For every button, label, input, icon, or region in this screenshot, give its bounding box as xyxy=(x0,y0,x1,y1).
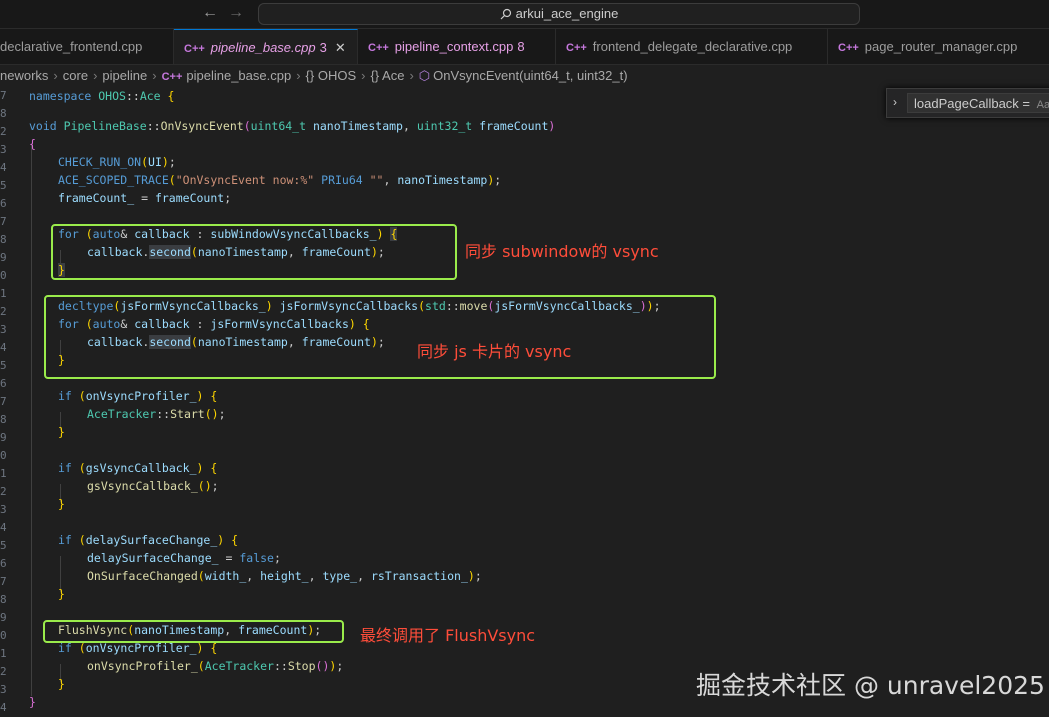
code-line: frameCount_ = frameCount; xyxy=(58,191,232,205)
tab-label: pipeline_context.cpp xyxy=(394,39,514,54)
line-number: 1 xyxy=(0,647,7,660)
code-line: if (delaySurfaceChange_) { xyxy=(58,533,239,547)
tab-label: declarative_frontend.cpp xyxy=(0,39,143,54)
tab-pipeline-context[interactable]: C++ pipeline_context.cpp 8 xyxy=(358,29,556,64)
annotation-flush: 最终调用了 FlushVsync xyxy=(360,626,536,645)
line-number: 7 xyxy=(0,575,7,588)
problem-count-badge: 8 xyxy=(517,39,525,54)
line-number: 9 xyxy=(0,611,7,624)
line-number: 8 xyxy=(0,413,7,426)
breadcrumb-item[interactable]: pipeline xyxy=(102,68,147,83)
tab-label: frontend_delegate_declarative.cpp xyxy=(592,39,793,54)
code-line: } xyxy=(29,695,36,709)
code-line: if (gsVsyncCallback_) { xyxy=(58,461,218,475)
tab-label: page_router_manager.cpp xyxy=(864,39,1018,54)
line-number: 2 xyxy=(0,485,7,498)
tab-declarative-frontend[interactable]: declarative_frontend.cpp xyxy=(0,29,174,64)
line-number: 3 xyxy=(0,323,7,336)
tab-pipeline-base[interactable]: C++ pipeline_base.cpp 3 ✕ xyxy=(174,29,358,64)
title-bar: ← → arkui_ace_engine xyxy=(0,0,1049,29)
breadcrumb-item[interactable]: {} Ace xyxy=(370,68,404,83)
back-arrow-icon[interactable]: ← xyxy=(202,4,218,22)
line-number: 9 xyxy=(0,251,7,264)
line-number: 0 xyxy=(0,269,7,282)
close-icon[interactable]: ✕ xyxy=(335,40,346,55)
breadcrumb-item[interactable]: pipeline_base.cpp xyxy=(186,68,291,83)
breadcrumb-item[interactable]: {} OHOS xyxy=(306,68,357,83)
code-line: if (onVsyncProfiler_) { xyxy=(58,389,218,403)
line-number: 5 xyxy=(0,539,7,552)
line-number: 3 xyxy=(0,143,7,156)
problem-count-badge: 3 xyxy=(319,40,327,55)
cpp-icon: C++ xyxy=(161,71,183,83)
code-line: OnSurfaceChanged(width_, height_, type_,… xyxy=(87,569,482,583)
forward-arrow-icon[interactable]: → xyxy=(228,4,244,22)
code-line: AceTracker::Start(); xyxy=(87,407,226,421)
annotation-box-flush xyxy=(43,620,344,643)
breadcrumb: neworks › core › pipeline › C++ pipeline_base.c… xyxy=(0,68,628,83)
line-number: 2 xyxy=(0,305,7,318)
line-number: 0 xyxy=(0,449,7,462)
line-number: 8 xyxy=(0,233,7,246)
search-icon xyxy=(500,8,511,20)
code-line: } xyxy=(58,587,65,601)
line-number: 1 xyxy=(0,467,7,480)
line-number: 3 xyxy=(0,683,7,696)
code-line: { xyxy=(29,137,36,151)
indent-guide xyxy=(31,144,32,696)
annotation-box-js-form xyxy=(44,295,716,379)
cpp-icon: C++ xyxy=(184,43,205,55)
cpp-icon: C++ xyxy=(566,42,587,54)
code-line: } xyxy=(58,425,65,439)
line-number: 2 xyxy=(0,665,7,678)
tab-label: pipeline_base.cpp xyxy=(210,40,316,55)
line-number: 0 xyxy=(0,629,7,642)
cpp-icon: C++ xyxy=(838,42,859,54)
breadcrumb-item[interactable]: OnVsyncEvent(uint64_t, uint32_t) xyxy=(433,68,627,83)
editor-tabs: declarative_frontend.cpp C++ pipeline_bas… xyxy=(0,29,1049,65)
code-line: delaySurfaceChange_ = false; xyxy=(87,551,281,565)
code-line: void PipelineBase::OnVsyncEvent(uint64_t… xyxy=(29,119,556,133)
line-number: 4 xyxy=(0,521,7,534)
line-number: 6 xyxy=(0,197,7,210)
line-number: 7 xyxy=(0,395,7,408)
tab-frontend-delegate-declarative[interactable]: C++ frontend_delegate_declarative.cpp xyxy=(556,29,828,64)
line-number: 6 xyxy=(0,557,7,570)
line-number: 6 xyxy=(0,377,7,390)
code-line: onVsyncProfiler_(AceTracker::Stop()); xyxy=(87,659,344,673)
line-number: 8 xyxy=(0,107,7,120)
line-number: 1 xyxy=(0,287,7,300)
breadcrumb-item[interactable]: neworks xyxy=(0,68,48,83)
code-editor[interactable]: 7 8 2 3 4 5 6 7 8 9 0 1 2 3 4 5 6 7 8 9 … xyxy=(0,86,1049,717)
code-line: namespace OHOS::Ace { xyxy=(29,89,175,103)
command-center-search[interactable]: arkui_ace_engine xyxy=(258,3,860,25)
line-number: 4 xyxy=(0,701,7,714)
code-line: gsVsyncCallback_(); xyxy=(87,479,219,493)
line-number: 7 xyxy=(0,89,7,102)
line-number: 4 xyxy=(0,161,7,174)
tab-page-router-manager[interactable]: C++ page_router_manager.cpp xyxy=(828,29,1049,64)
code-line: CHECK_RUN_ON(UI); xyxy=(58,155,176,169)
code-line: } xyxy=(58,497,65,511)
line-number: 9 xyxy=(0,431,7,444)
line-number: 7 xyxy=(0,215,7,228)
line-number: 8 xyxy=(0,593,7,606)
watermark: 掘金技术社区 @ unravel2025 xyxy=(696,671,1045,700)
method-icon: ⬡ xyxy=(418,68,431,83)
annotation-subwindow: 同步 subwindow的 vsync xyxy=(465,242,659,261)
annotation-js-form: 同步 js 卡片的 vsync xyxy=(417,342,572,361)
code-line: } xyxy=(58,677,65,691)
line-number: 5 xyxy=(0,359,7,372)
annotation-box-subwindow xyxy=(51,224,457,280)
line-number: 3 xyxy=(0,503,7,516)
line-number: 2 xyxy=(0,125,7,138)
breadcrumb-item[interactable]: core xyxy=(63,68,88,83)
line-number: 4 xyxy=(0,341,7,354)
cpp-icon: C++ xyxy=(368,42,389,54)
line-number: 5 xyxy=(0,179,7,192)
search-text: arkui_ace_engine xyxy=(515,6,619,21)
code-line: ACE_SCOPED_TRACE("OnVsyncEvent now:%" PR… xyxy=(58,173,502,187)
